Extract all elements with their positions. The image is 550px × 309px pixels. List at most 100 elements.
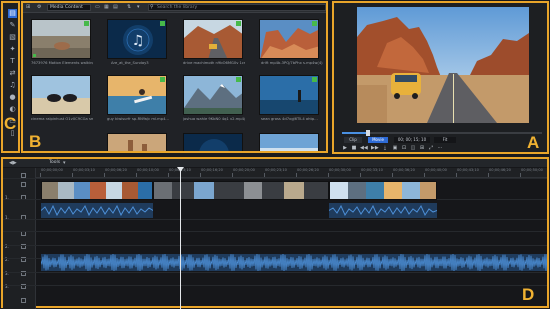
view-list-icon[interactable]: ▭ <box>95 4 100 11</box>
preview-viewer[interactable] <box>357 7 529 123</box>
thumbnail-caption: drive machimoth n9bO6MG0v 1cmp4... <box>183 61 245 65</box>
chapter-icon[interactable]: ◐ <box>8 105 17 114</box>
ruler-timecode: 00;00;03;10 <box>73 168 95 172</box>
audio-waveform <box>329 204 437 217</box>
media-content-dropdown[interactable]: Media Content <box>47 4 91 11</box>
view-detail-icon[interactable]: ▤ <box>113 4 118 11</box>
effects-icon[interactable]: ✎ <box>8 21 17 30</box>
library-thumbnail[interactable] <box>107 75 167 115</box>
video-clip[interactable] <box>41 181 153 200</box>
ruler-timecode: 00;00;10;00 <box>137 168 159 172</box>
ruler-timecode: 00;00;33;10 <box>361 168 383 172</box>
dual-view-icon[interactable]: ◫ <box>410 145 416 151</box>
thumbnail-caption: guy kiwisurfr sp-RNYa/c ml.mp4... <box>107 117 169 121</box>
voiceover-icon[interactable]: ● <box>8 93 17 102</box>
library-thumbnail[interactable] <box>183 133 243 151</box>
volume-icon[interactable]: ⤓ <box>382 145 388 151</box>
library-thumbnail[interactable] <box>259 133 319 151</box>
audio-clip[interactable] <box>41 203 153 218</box>
library-thumbnail[interactable] <box>183 75 243 115</box>
ruler-timecode: 00;00;06;20 <box>105 168 127 172</box>
next-frame-icon[interactable]: ▶▶ <box>371 145 379 151</box>
ruler-tick <box>104 173 105 177</box>
ruler-timecode: 00;00;43;10 <box>457 168 479 172</box>
track-visible-icon[interactable] <box>21 182 26 187</box>
ruler-tick <box>328 173 329 177</box>
in-use-check-icon <box>236 77 241 82</box>
view-grid-icon[interactable]: ▦ <box>104 4 109 11</box>
stop-icon[interactable]: ■ <box>351 145 357 151</box>
sort-icon[interactable]: ⇅ <box>127 4 131 11</box>
timeline-ruler[interactable]: 00;00;00;00 00;00;03;10 00;00;06;20 00;00;1… <box>36 168 547 178</box>
thumbnail-caption: 7673976 Motion Elements walking... <box>31 61 93 65</box>
filter-icon[interactable]: ▾ <box>137 4 140 11</box>
track-headers: 1. 1. 2. 2. 3. 3. <box>3 168 36 309</box>
play-icon[interactable]: ▶ <box>342 145 348 151</box>
snapshot-icon[interactable]: ▣ <box>392 145 398 151</box>
add-track-icon[interactable] <box>21 298 26 303</box>
clip-filmstrip <box>330 182 436 199</box>
track-divider <box>3 245 547 246</box>
in-use-check-icon <box>84 21 89 26</box>
preview-scrub-bar[interactable] <box>342 130 542 136</box>
music-clip[interactable] <box>41 254 547 271</box>
track-divider <box>3 272 547 273</box>
in-use-check-icon <box>312 21 317 26</box>
zone-label-c: C <box>4 114 17 133</box>
library-search-input[interactable]: Search the library <box>148 4 326 11</box>
safe-zone-icon[interactable]: ⊡ <box>401 145 407 151</box>
audio-clip[interactable] <box>329 203 437 218</box>
particles-icon[interactable]: ✦ <box>8 45 17 54</box>
ruler-timecode: 00;00;40;00 <box>425 168 447 172</box>
library-toolbar: ⊞ ⚙ Media Content ▭ ▦ ▤ ⇅ ▾ Search the l… <box>23 3 326 13</box>
library-thumbnail[interactable]: ♫ <box>107 19 167 59</box>
pip-icon[interactable]: ▧ <box>8 33 17 42</box>
thumbnail-caption: sean gross 4d7xgJ6TlL4 ahtp... <box>261 117 318 121</box>
track-divider <box>3 178 547 179</box>
import-icon[interactable]: ⊞ <box>26 4 30 11</box>
ruler-tick <box>488 173 489 177</box>
movie-mode-button[interactable]: Movie <box>368 137 388 143</box>
library-thumbnail[interactable] <box>259 19 319 59</box>
timeline-view-icon[interactable]: ◀▶ <box>9 160 17 166</box>
grid-icon[interactable]: ⊞ <box>419 145 425 151</box>
tools-dropdown-icon[interactable]: ▾ <box>63 160 66 166</box>
ruler-timecode: 00;00;50;00 <box>521 168 543 172</box>
playhead-line[interactable] <box>180 167 181 309</box>
thumbnail-caption: Are_at_the_Sunday3 <box>111 61 149 65</box>
video-clip[interactable] <box>329 181 437 200</box>
canyon-thumbnail-image <box>260 20 318 58</box>
plugin-icon[interactable]: ⚙ <box>37 4 41 11</box>
sunglasses-thumbnail-image <box>32 76 90 114</box>
ruler-timecode: 00;00;46;20 <box>489 168 511 172</box>
ruler-timecode: 00;00;20;00 <box>233 168 255 172</box>
svg-text:♫: ♫ <box>132 33 145 49</box>
clip-filmstrip <box>42 182 152 199</box>
road-thumbnail-image <box>184 20 242 58</box>
library-thumbnail[interactable] <box>31 19 91 59</box>
playback-controls: ▶ ■ ◀◀ ▶▶ ⤓ ▣ ⊡ ◫ ⊞ ⤢ ⋯ <box>340 145 540 152</box>
media-room-icon[interactable]: ▤ <box>8 9 17 18</box>
more-options-icon[interactable]: ⋯ <box>437 145 443 151</box>
library-thumbnail[interactable] <box>183 19 243 59</box>
ruler-tick <box>40 173 41 177</box>
library-thumbnail[interactable] <box>31 75 91 115</box>
previous-frame-icon[interactable]: ◀◀ <box>360 145 368 151</box>
undock-icon[interactable]: ⤢ <box>428 145 434 151</box>
in-use-check-icon <box>160 77 165 82</box>
ruler-timecode: 00;00;26;20 <box>297 168 319 172</box>
timeline-header: ◀▶ Tools ▾ <box>3 159 547 167</box>
scrub-knob[interactable] <box>366 130 370 136</box>
preview-quality-select[interactable]: Fit <box>434 137 456 143</box>
audio-mix-icon[interactable]: ♫ <box>8 81 17 90</box>
in-use-check-icon <box>236 21 241 26</box>
clip-mode-button[interactable]: Clip <box>344 137 362 143</box>
surfer-thumbnail-image <box>108 76 166 114</box>
transition-icon[interactable]: ⇄ <box>8 69 17 78</box>
lake-thumbnail-image <box>260 76 318 114</box>
tools-menu[interactable]: Tools <box>49 160 60 165</box>
library-thumbnail[interactable] <box>259 75 319 115</box>
timecode-display[interactable]: 00; 00; 15; 10 <box>394 137 430 143</box>
library-thumbnail[interactable] <box>107 133 167 151</box>
title-icon[interactable]: T <box>8 57 17 66</box>
